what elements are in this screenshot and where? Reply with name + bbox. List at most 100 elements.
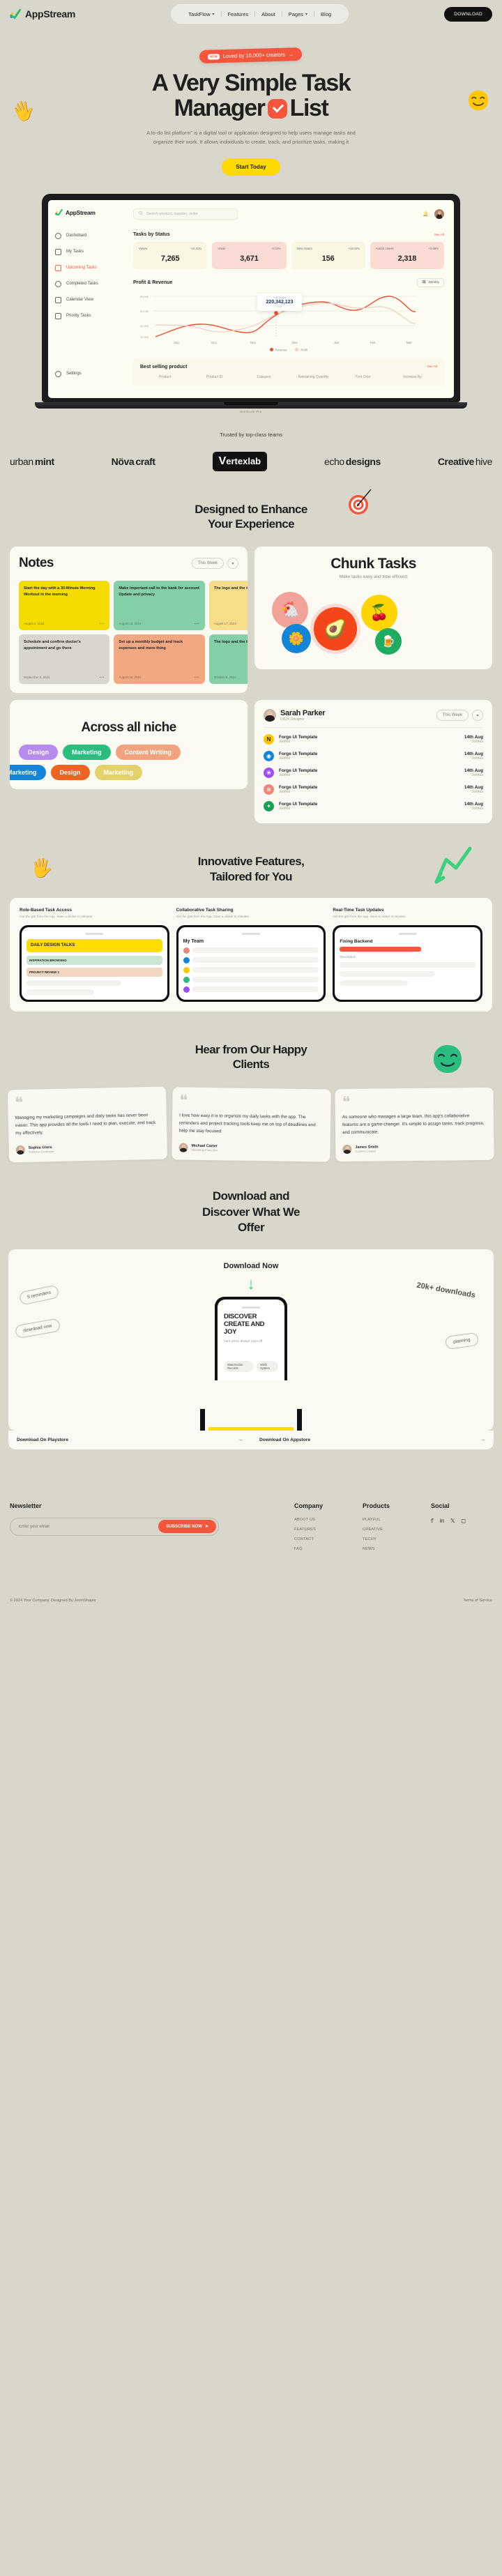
logo-urbanmint: urban mint <box>10 456 54 467</box>
calendar-icon: 🗓 <box>422 280 427 284</box>
note-card[interactable]: Schedule and confirm doctor's appointmen… <box>19 634 110 685</box>
note-card[interactable]: Make important call to the bank for acco… <box>114 581 205 631</box>
item-date: 14th Aug <box>464 751 483 756</box>
arrow-right-icon: → <box>238 1437 243 1442</box>
x-icon[interactable]: 𝕏 <box>450 1518 455 1524</box>
terms-link[interactable]: Terms of Service <box>463 1599 492 1603</box>
footer-link-news[interactable]: NEWS <box>363 1547 424 1551</box>
profile-header: Sarah Parker UI/UX Designer This Week ▾ <box>264 709 483 729</box>
dashboard-topbar: Search product, supplier, order 🔔 <box>133 208 444 220</box>
phone-notch <box>398 932 417 935</box>
item-sub: Joomla <box>279 756 291 761</box>
n-logo-icon: N <box>264 733 274 745</box>
download-button[interactable]: DOWNLOAD <box>444 6 492 22</box>
subscribe-button[interactable]: SUBSCRIBE NOW ➤ <box>158 1520 216 1534</box>
note-card[interactable]: The logo and the template will be change… <box>208 581 248 631</box>
sidebar-item-calendar-view[interactable]: Calendar View <box>55 296 126 303</box>
sidebar-item-priority-tasks[interactable]: Priority Tasks <box>55 312 126 319</box>
chip[interactable]: Work System <box>257 1361 278 1373</box>
see-all-link[interactable]: See All <box>434 233 444 236</box>
footer-link-about-us[interactable]: ABOUT US <box>294 1518 356 1522</box>
logo-novacraft: Növa craft <box>112 456 155 467</box>
chevron-down-icon[interactable]: ▾ <box>227 558 238 570</box>
avatar <box>178 1143 188 1153</box>
tag-marketing[interactable]: Marketing <box>63 745 111 761</box>
playstore-link[interactable]: Download On Playstore → <box>8 1431 251 1449</box>
weekly-selector[interactable]: 🗓 Weekly <box>417 277 444 287</box>
design-talks-card: DAILY DESIGN TALKS Marvin Bell Miles <box>200 1409 302 1431</box>
tag-marketing[interactable]: Marketing <box>94 765 143 781</box>
chip[interactable]: Watermelon Records <box>224 1361 254 1373</box>
sidebar-item-upcoming-tasks[interactable]: Upcoming Tasks <box>55 264 126 271</box>
tasks-by-status-header: Tasks by Status See All <box>133 232 444 237</box>
linkedin-icon[interactable]: in <box>440 1518 444 1524</box>
avatar[interactable] <box>434 208 444 219</box>
nav-link-about[interactable]: About <box>255 11 282 17</box>
quote-icon: ❝ <box>178 1091 188 1110</box>
logo-creativehive: Creative hive <box>438 456 493 467</box>
list-item[interactable]: ❀ Forge UI Template Joomla 14th Aug Joomla <box>264 764 483 781</box>
footer-link-creative[interactable]: CREATIVE <box>363 1527 424 1532</box>
profit-revenue-chart: Profit & Revenue 🗓 Weekly 80,000 60,000 … <box>133 277 444 351</box>
download-now-label: Download Now <box>223 1261 279 1270</box>
nav-link-blog[interactable]: Blog <box>314 11 337 17</box>
list-item[interactable]: ≋ Forge UI Template Joomla 14th Aug Joomla <box>264 781 483 798</box>
arrow-circle-icon: ➤ <box>204 1525 208 1530</box>
appstore-link[interactable]: Download On Appstore → <box>251 1431 494 1449</box>
brand-logo[interactable]: AppStream <box>10 8 75 20</box>
hero-badge[interactable]: NEW Loved by 10,000+ creators → <box>199 47 303 64</box>
see-all-link[interactable]: See All <box>427 365 437 369</box>
item-meta: Joomla <box>471 789 483 794</box>
footer-col-title: Company <box>294 1502 324 1509</box>
list-item[interactable]: ✦ Forge UI Template Joomla 14th Aug Joomla <box>264 798 483 814</box>
start-today-button[interactable]: Start Today <box>222 158 280 176</box>
item-sub: Joomla <box>279 772 291 777</box>
testimonial-quote: As someone who manages a large team, thi… <box>342 1113 485 1135</box>
note-text: The logo and the template will be change… <box>213 640 248 645</box>
item-sub: Joomla <box>279 789 291 794</box>
tag-marketing[interactable]: Marketing <box>10 765 46 781</box>
phone-sub2: PROJECT REVIEW 1 <box>26 968 162 977</box>
top-navbar: AppStream TaskFlow ▾ Features About Page… <box>0 0 502 28</box>
phone-mockup: DAILY DESIGN TALKS INSPIRATION BROWSING … <box>20 924 169 1002</box>
sidebar-item-completed-tasks[interactable]: Completed Tasks <box>55 280 126 287</box>
note-card[interactable]: Start the day with a 30-Minute Morning W… <box>19 581 110 631</box>
legend-profit: Profit <box>295 347 307 351</box>
footer-link-techy[interactable]: TECHY <box>363 1537 424 1541</box>
nav-link-taskflow[interactable]: TaskFlow ▾ <box>182 11 220 17</box>
bell-icon[interactable]: 🔔 <box>423 211 429 217</box>
footer-link-contact[interactable]: CONTACT <box>294 1537 356 1541</box>
instagram-icon[interactable]: ◻ <box>461 1518 466 1524</box>
tag-design[interactable]: Design <box>50 765 90 781</box>
sidebar-item-settings[interactable]: Settings <box>55 370 126 377</box>
search-input[interactable]: Search product, supplier, order <box>133 208 238 220</box>
footer-link-playful[interactable]: PLAYFUL <box>363 1518 424 1522</box>
sidebar-item-dashboard[interactable]: Dashobard <box>55 232 126 239</box>
subscribe-label: SUBSCRIBE NOW <box>166 1524 202 1529</box>
chart-plot-area: 80,000 60,000 40,000 20,000 Sep Oct Nov … <box>133 292 444 346</box>
phone-mockup: My Team <box>176 924 326 1002</box>
sidebar-item-my-tasks[interactable]: My Tasks <box>55 248 126 255</box>
notes-filter[interactable]: This Week <box>191 558 224 570</box>
email-field[interactable] <box>19 1524 159 1529</box>
tag-design[interactable]: Design <box>19 745 59 761</box>
footer-col-company: Company ABOUT US FEATURES CONTACT FAQ <box>294 1502 356 1557</box>
nav-link-features[interactable]: Features <box>222 11 255 17</box>
tag-content-writing[interactable]: Content Writing <box>115 745 181 761</box>
facebook-icon[interactable]: 𝕗 <box>431 1518 434 1524</box>
nav-link-pages[interactable]: Pages ▾ <box>282 11 314 17</box>
list-item[interactable]: N Forge UI Template Joomla 14th Aug Joomla <box>264 731 483 747</box>
footer-link-faq[interactable]: FAQ <box>294 1547 356 1551</box>
footer-link-features[interactable]: FEATURES <box>294 1527 356 1532</box>
feature-sub: Get the gist from the App. Save a clicke… <box>20 914 93 918</box>
avocado-icon: 🥑 <box>314 607 357 651</box>
chevron-down-icon[interactable]: ▾ <box>472 710 483 722</box>
profile-filter[interactable]: This Week <box>436 710 469 722</box>
note-card[interactable]: Set up a monthly budget and track expens… <box>114 634 205 685</box>
logo-echodesigns: echo designs <box>324 456 381 467</box>
list-item[interactable]: ◉ Forge UI Template Joomla 14th Aug Joomla <box>264 747 483 764</box>
best-selling-product: Best selling product See All Product Pro… <box>133 358 444 386</box>
note-card[interactable]: The logo and the template will be change… <box>208 634 248 685</box>
checkmark-chart-icon <box>10 8 21 20</box>
col-header: Remaining Quantity <box>298 375 329 380</box>
